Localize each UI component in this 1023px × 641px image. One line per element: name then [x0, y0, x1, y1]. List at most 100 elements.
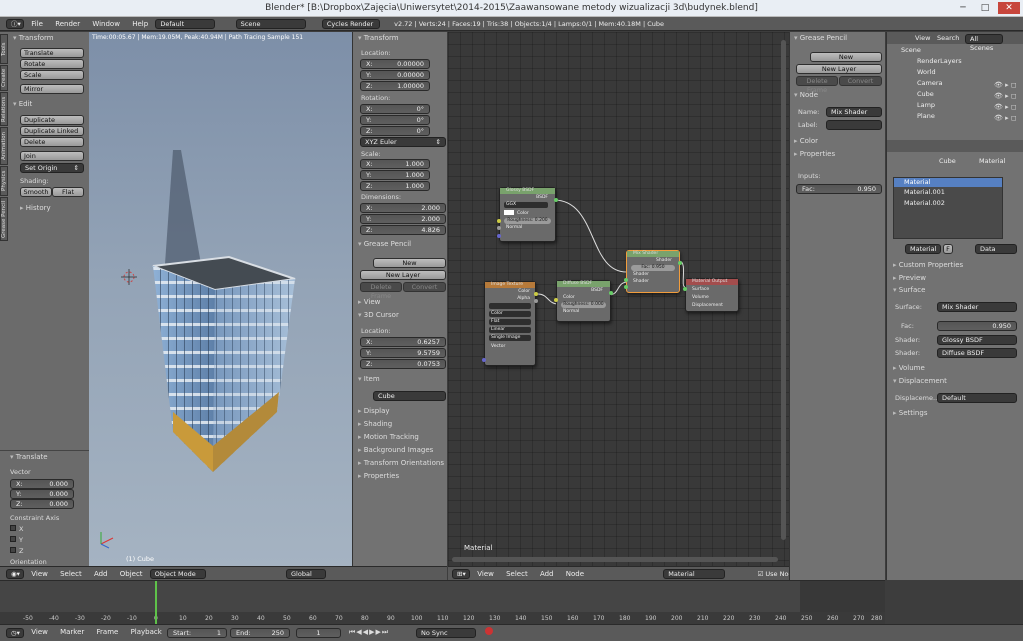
material-slot[interactable]: Material.001: [894, 187, 1002, 198]
color-header[interactable]: Color: [794, 136, 818, 147]
rotation-y-field[interactable]: Y: 0°: [360, 115, 430, 125]
menu-add[interactable]: Add: [89, 567, 113, 581]
rotation-z-field[interactable]: Z: 0°: [360, 126, 430, 136]
tab-tools[interactable]: Tools: [0, 34, 8, 64]
socket-icon[interactable]: [554, 298, 558, 302]
layout-select[interactable]: Default: [155, 19, 216, 29]
volume-header[interactable]: Volume: [893, 363, 925, 374]
outliner-item-camera[interactable]: Camera: [917, 79, 943, 88]
outliner-display-select[interactable]: All Scenes: [965, 34, 1003, 52]
socket-icon[interactable]: [534, 292, 538, 296]
menu-help[interactable]: Help: [127, 17, 153, 31]
diffuse-roughness-field[interactable]: Roughness: 0.000: [561, 302, 606, 308]
mode-select[interactable]: Object Mode: [149, 569, 206, 579]
mix-shader-node[interactable]: Mix Shader Shader Fac: 0.950 Shader Shad…: [624, 250, 682, 293]
cursor-y-field[interactable]: Y: 9.5759: [360, 348, 446, 358]
vertical-scrollbar[interactable]: [781, 40, 786, 540]
playback-controls[interactable]: ⏮◀◀▶▶⏭: [349, 628, 389, 637]
constraint-z-checkbox[interactable]: Z: [10, 547, 23, 556]
scale-button[interactable]: Scale: [20, 70, 84, 80]
tab-create[interactable]: Create: [0, 65, 8, 91]
tab-animation[interactable]: Animation: [0, 127, 8, 165]
grease-pencil-header[interactable]: Grease Pencil: [358, 239, 411, 250]
surface-shader-select[interactable]: Mix Shader: [937, 302, 1017, 312]
outliner-item-world[interactable]: World: [917, 68, 936, 77]
projection-select[interactable]: Flat: [489, 319, 531, 325]
new-layer-button[interactable]: New Layer: [360, 270, 446, 280]
socket-icon[interactable]: [497, 226, 501, 230]
shader-2-select[interactable]: Diffuse BSDF: [937, 348, 1017, 358]
scale-x-field[interactable]: X: 1.000: [360, 159, 430, 169]
3d-cursor-header[interactable]: 3D Cursor: [358, 310, 399, 321]
menu-add[interactable]: Add: [535, 567, 559, 581]
current-frame-field[interactable]: 1: [296, 628, 341, 638]
edit-header[interactable]: Edit: [13, 99, 33, 110]
menu-select[interactable]: Select: [55, 567, 87, 581]
grease-pencil-header[interactable]: Grease Pencil: [794, 33, 847, 44]
material-select[interactable]: Material: [663, 569, 726, 579]
maximize-icon[interactable]: □: [974, 2, 996, 14]
new-grease-button[interactable]: New: [810, 52, 882, 62]
material-slot[interactable]: Material: [894, 178, 1002, 187]
node-label-field[interactable]: [826, 120, 882, 130]
outliner-item-cube[interactable]: Cube: [917, 90, 934, 99]
menu-playback[interactable]: Playback: [126, 625, 167, 639]
glossy-color-input[interactable]: Color: [504, 210, 551, 216]
location-x-field[interactable]: X: 0.00000: [360, 59, 430, 69]
node-header[interactable]: Node: [794, 90, 818, 101]
3d-viewport[interactable]: Time:00:05.67 | Mem:19.05M, Peak:40.94M …: [89, 32, 352, 566]
eye-icon[interactable]: 👁 ▸ ◻ 👁 ▸ ◻ 👁 ▸ ◻ 👁 ▸ ◻: [994, 80, 1017, 124]
material-output-node[interactable]: Material Output Surface Volume Displacem…: [683, 278, 739, 312]
render-engine-select[interactable]: Cycles Render: [321, 19, 380, 29]
fac-field[interactable]: Fac: 0.950: [796, 184, 882, 194]
menu-marker[interactable]: Marker: [55, 625, 89, 639]
color-space-select[interactable]: Color: [489, 311, 531, 317]
rotation-x-field[interactable]: X: 0°: [360, 104, 430, 114]
material-slot[interactable]: Material.002: [894, 198, 1002, 209]
socket-icon[interactable]: [624, 278, 628, 282]
link-select[interactable]: Data: [975, 244, 1017, 254]
vector-y-field[interactable]: Y: 0.000: [10, 489, 74, 499]
orientation-select[interactable]: Global: [286, 569, 327, 579]
properties-header[interactable]: Properties: [794, 149, 835, 160]
menu-object[interactable]: Object: [115, 567, 148, 581]
sync-select[interactable]: No Sync: [416, 628, 476, 638]
dimension-y-field[interactable]: Y: 2.000: [360, 214, 446, 224]
transform-header[interactable]: Transform: [13, 33, 54, 44]
distribution-select[interactable]: GGX: [504, 202, 548, 208]
duplicate-linked-button[interactable]: Duplicate Linked: [20, 126, 84, 136]
new-layer-button[interactable]: New Layer: [796, 64, 882, 74]
vector-z-field[interactable]: Z: 0.000: [10, 499, 74, 509]
outliner-item-lamp[interactable]: Lamp: [917, 101, 935, 110]
shading-header[interactable]: Shading: [358, 419, 392, 430]
rotate-button[interactable]: Rotate: [20, 59, 84, 69]
mirror-button[interactable]: Mirror: [20, 84, 84, 94]
outliner-item-renderlayers[interactable]: RenderLayers: [917, 57, 962, 66]
cursor-z-field[interactable]: Z: 0.0753: [360, 359, 446, 369]
item-header[interactable]: Item: [358, 374, 380, 385]
surface-header[interactable]: Surface: [893, 285, 926, 296]
roughness-field[interactable]: Roughness: 0.200: [504, 218, 551, 224]
history-header[interactable]: History: [20, 203, 51, 214]
operator-title[interactable]: Translate: [10, 452, 48, 463]
translate-button[interactable]: Translate: [20, 48, 84, 58]
displacement-header[interactable]: Displacement: [893, 376, 947, 387]
view-header[interactable]: View: [358, 297, 381, 308]
minimize-icon[interactable]: ─: [952, 2, 974, 14]
image-texture-node[interactable]: Image Texture Color Alpha Color Flat Lin…: [482, 281, 538, 366]
join-button[interactable]: Join: [20, 151, 84, 161]
dimension-z-field[interactable]: Z: 4.826: [360, 225, 446, 235]
constraint-y-checkbox[interactable]: Y: [10, 536, 23, 545]
delete-button[interactable]: Delete: [20, 137, 84, 147]
constraint-x-checkbox[interactable]: X: [10, 525, 23, 534]
start-frame-field[interactable]: Start: 1: [167, 628, 227, 638]
fac-field[interactable]: 0.950: [937, 321, 1017, 331]
socket-icon[interactable]: [534, 299, 538, 303]
source-select[interactable]: Single Image: [489, 335, 531, 341]
properties-header[interactable]: Properties: [358, 471, 399, 482]
image-select[interactable]: [489, 303, 531, 309]
transform-orientations-header[interactable]: Transform Orientations: [358, 458, 444, 469]
menu-render[interactable]: Render: [50, 17, 85, 31]
motion-tracking-header[interactable]: Motion Tracking: [358, 432, 419, 443]
scene-select[interactable]: Scene: [235, 19, 306, 29]
